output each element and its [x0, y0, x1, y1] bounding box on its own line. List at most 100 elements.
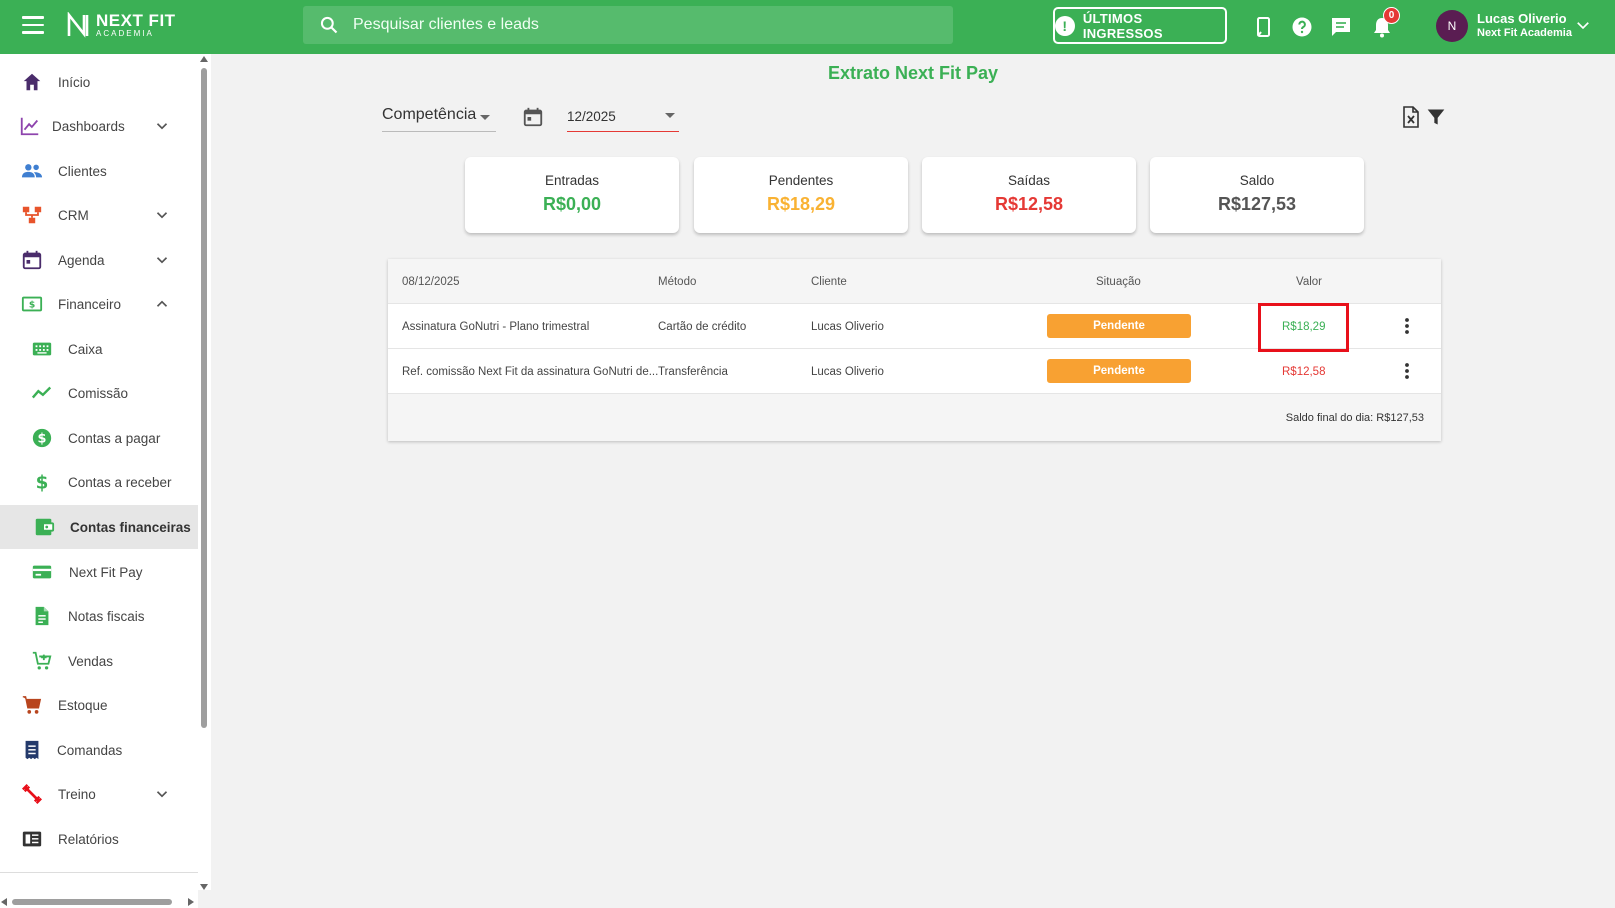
scrollbar-thumb[interactable]	[201, 68, 207, 728]
sidebar-item-vendas[interactable]: Vendas	[0, 639, 198, 683]
sidebar-item-label: Relatórios	[58, 831, 119, 847]
user-info[interactable]: Lucas Oliverio Next Fit Academia	[1477, 11, 1572, 41]
chart-icon	[20, 117, 39, 136]
avatar[interactable]: N	[1436, 10, 1468, 42]
svg-text:$: $	[29, 300, 35, 311]
dumbbell-icon	[21, 783, 43, 805]
chevron-down-icon	[156, 123, 168, 130]
row-client: Lucas Oliverio	[811, 366, 884, 378]
sidebar-item-label: Comissão	[68, 385, 129, 401]
page-title: Extrato Next Fit Pay	[827, 63, 999, 83]
logo-main-text: NEXT FIT	[96, 11, 176, 30]
summary-card-saidas: Saídas R$12,58	[922, 157, 1136, 233]
row-client: Lucas Oliverio	[811, 321, 884, 333]
sidebar-vertical-scrollbar[interactable]	[198, 54, 211, 890]
ultimos-ingressos-label: ÚLTIMOS INGRESSOS	[1082, 10, 1163, 41]
card-label: Saldo	[1239, 173, 1275, 188]
dollar-circle-icon: $	[32, 428, 52, 448]
filter-mode-select[interactable]: Competência	[382, 106, 496, 132]
status-badge: Pendente	[1047, 314, 1191, 338]
search-icon	[320, 16, 338, 34]
filter-mode-value: Competência	[382, 106, 477, 123]
people-icon	[21, 164, 43, 178]
card-value: R$12,58	[994, 194, 1064, 214]
logo[interactable]: NEXT FIT ACADEMIA	[66, 12, 176, 38]
sidebar-item-label: CRM	[58, 207, 89, 223]
sidebar-item-comissao[interactable]: Comissão	[0, 371, 198, 415]
card-label: Entradas	[544, 173, 600, 188]
scrollbar-thumb[interactable]	[12, 899, 172, 905]
period-value: 12/2025	[567, 109, 616, 124]
search-input[interactable]	[353, 16, 913, 34]
card-label: Pendentes	[768, 173, 834, 188]
sidebar-item-caixa[interactable]: Caixa	[0, 327, 198, 371]
notification-badge: 0	[1383, 7, 1400, 24]
scroll-down-arrow-icon[interactable]	[200, 884, 208, 890]
scroll-up-arrow-icon[interactable]	[200, 56, 208, 62]
sidebar-item-contas-a-receber[interactable]: $ Contas a receber	[0, 460, 198, 504]
sidebar-item-estoque[interactable]: Estoque	[0, 683, 198, 727]
header-value: Valor	[1296, 276, 1322, 288]
sidebar-item-label: Next Fit Pay	[69, 564, 143, 580]
sidebar-item-notas-fiscais[interactable]: Notas fiscais	[0, 594, 198, 638]
chevron-down-icon[interactable]	[1574, 16, 1592, 34]
search-bar[interactable]	[303, 6, 953, 44]
sidebar-item-agenda[interactable]: Agenda	[0, 238, 198, 282]
logo-mark-icon	[67, 12, 89, 38]
sidebar-item-financeiro[interactable]: $ Financeiro	[0, 282, 198, 326]
help-icon[interactable]	[1290, 15, 1314, 39]
home-icon	[23, 73, 41, 91]
ultimos-ingressos-button[interactable]: ! ÚLTIMOS INGRESSOS	[1053, 7, 1227, 44]
row-description: Ref. comissão Next Fit da assinatura GoN…	[402, 366, 659, 378]
row-method: Cartão de crédito	[658, 321, 747, 333]
header-client: Cliente	[811, 276, 847, 288]
sidebar-item-contas-financeiras[interactable]: Contas financeiras	[0, 505, 198, 549]
report-icon	[22, 831, 42, 847]
sidebar-horizontal-scrollbar[interactable]	[0, 896, 198, 908]
sidebar-item-relatorios[interactable]: Relatórios	[0, 817, 198, 861]
phone-icon[interactable]	[1251, 15, 1275, 39]
card-value: R$0,00	[542, 194, 602, 214]
sidebar-item-comandas[interactable]: Comandas	[0, 728, 198, 772]
period-select[interactable]: 12/2025	[567, 106, 679, 132]
scroll-left-arrow-icon[interactable]	[1, 898, 7, 906]
filter-icon[interactable]	[1426, 107, 1446, 127]
table-footer: Saldo final do dia: R$127,53	[388, 394, 1441, 441]
crm-icon	[22, 206, 42, 224]
sidebar-item-label: Clientes	[58, 163, 107, 179]
sidebar-item-label: Contas a receber	[68, 474, 172, 490]
calendar-icon[interactable]	[522, 106, 544, 128]
table-row[interactable]: Ref. comissão Next Fit da assinatura GoN…	[388, 349, 1441, 394]
sidebar-item-label: Contas a pagar	[68, 430, 161, 446]
sidebar-item-label: Caixa	[68, 341, 103, 357]
more-vert-icon[interactable]	[1397, 316, 1417, 336]
menu-icon[interactable]	[22, 16, 44, 36]
table-header: 08/12/2025 Método Cliente Situação Valor	[388, 259, 1441, 304]
summary-card-pendentes: Pendentes R$18,29	[694, 157, 908, 233]
sidebar-item-treino[interactable]: Treino	[0, 772, 198, 816]
sidebar-item-crm[interactable]: CRM	[0, 193, 198, 237]
row-method: Transferência	[658, 366, 728, 378]
trend-icon	[31, 386, 52, 399]
status-badge: Pendente	[1047, 359, 1191, 383]
sidebar-item-clientes[interactable]: Clientes	[0, 149, 198, 193]
scroll-right-arrow-icon[interactable]	[188, 898, 194, 906]
chat-icon[interactable]	[1329, 15, 1353, 39]
sidebar-item-dashboards[interactable]: Dashboards	[0, 104, 198, 148]
register-icon	[32, 342, 52, 356]
money-icon: $	[21, 296, 43, 312]
sidebar-item-contas-a-pagar[interactable]: $ Contas a pagar	[0, 416, 198, 460]
sidebar-item-inicio[interactable]: Início	[0, 60, 198, 104]
excel-export-icon[interactable]	[1401, 106, 1421, 128]
sidebar-item-label: Estoque	[58, 697, 108, 713]
sidebar-item-label: Dashboards	[52, 118, 125, 134]
chevron-down-icon	[156, 791, 168, 798]
card-icon	[32, 565, 52, 579]
card-value: R$18,29	[766, 194, 836, 214]
chevron-down-icon	[156, 257, 168, 264]
sidebar-item-next-fit-pay[interactable]: Next Fit Pay	[0, 550, 198, 594]
summary-card-entradas: Entradas R$0,00	[465, 157, 679, 233]
chevron-up-icon	[156, 300, 168, 307]
dollar-icon: $	[36, 472, 49, 493]
more-vert-icon[interactable]	[1397, 361, 1417, 381]
